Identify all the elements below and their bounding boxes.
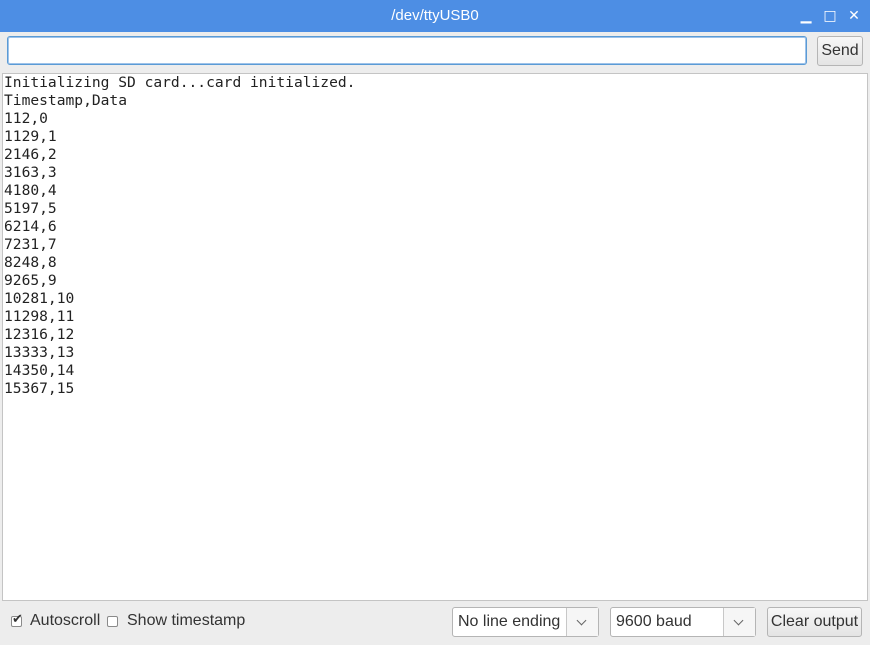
output-line: 12316,12: [4, 326, 75, 343]
output-line: 5197,5: [4, 200, 57, 217]
autoscroll-label[interactable]: Autoscroll: [30, 612, 100, 630]
window-title: /dev/ttyUSB0: [391, 7, 479, 24]
output-line: 3163,3: [4, 164, 57, 181]
chevron-down-icon: [576, 615, 587, 626]
show-timestamp-checkbox[interactable]: [107, 616, 118, 627]
output-line: 6214,6: [4, 218, 57, 235]
bottom-toolbar: ✔ Autoscroll Show timestamp No line endi…: [0, 602, 870, 645]
output-line: 8248,8: [4, 254, 57, 271]
output-line: 1129,1: [4, 128, 57, 145]
output-line: 7231,7: [4, 236, 57, 253]
output-line: 13333,13: [4, 344, 75, 361]
output-line: 9265,9: [4, 272, 57, 289]
output-line: 10281,10: [4, 290, 75, 307]
maximize-icon[interactable]: □: [820, 6, 840, 26]
baud-rate-value: 9600 baud: [616, 613, 692, 630]
output-line: 2146,2: [4, 146, 57, 163]
send-row: Send: [0, 32, 870, 72]
clear-output-button[interactable]: Clear output: [767, 607, 862, 637]
line-ending-select[interactable]: No line ending: [452, 607, 599, 637]
output-text: Initializing SD card...card initialized.…: [3, 74, 867, 398]
show-timestamp-label[interactable]: Show timestamp: [127, 612, 245, 630]
baud-rate-select[interactable]: 9600 baud: [610, 607, 756, 637]
minimize-icon[interactable]: ▁: [796, 6, 816, 26]
output-line: Timestamp,Data: [4, 92, 128, 109]
check-icon: ✔: [12, 612, 23, 627]
send-button[interactable]: Send: [817, 36, 863, 66]
baud-rate-dropdown-button[interactable]: [723, 608, 755, 636]
output-line: 15367,15: [4, 380, 75, 397]
output-line: Initializing SD card...card initialized.: [4, 74, 356, 91]
output-line: 14350,14: [4, 362, 75, 379]
title-bar: /dev/ttyUSB0 ▁ □ ✕: [0, 0, 870, 32]
output-line: 4180,4: [4, 182, 57, 199]
send-input[interactable]: [7, 36, 807, 65]
output-line: 112,0: [4, 110, 48, 127]
close-icon[interactable]: ✕: [844, 6, 864, 26]
autoscroll-checkbox[interactable]: ✔: [11, 612, 23, 627]
chevron-down-icon: [733, 615, 744, 626]
line-ending-dropdown-button[interactable]: [566, 608, 598, 636]
output-line: 11298,11: [4, 308, 75, 325]
line-ending-value: No line ending: [458, 613, 561, 630]
serial-output[interactable]: Initializing SD card...card initialized.…: [2, 73, 868, 601]
